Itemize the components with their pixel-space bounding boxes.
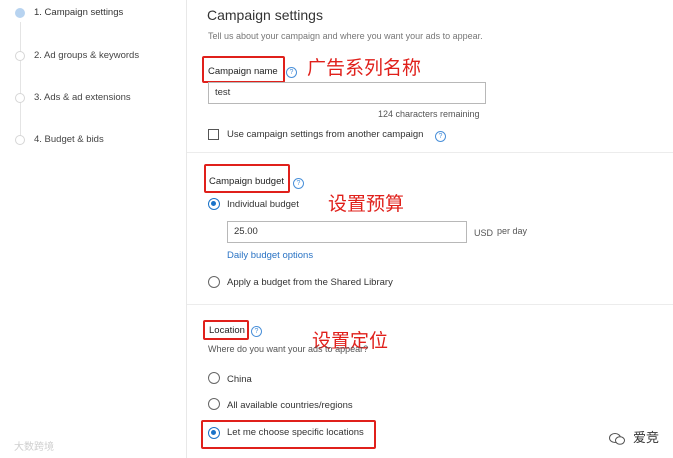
location-question: Where do you want your ads to appear? [208, 344, 369, 354]
location-option-label: China [227, 374, 252, 385]
copy-settings-checkbox[interactable] [208, 129, 219, 140]
individual-budget-radio[interactable] [208, 198, 220, 210]
budget-amount-input[interactable]: 25.00 [227, 221, 467, 243]
location-option-label: Let me choose specific locations [227, 427, 364, 438]
campaign-budget-label: Campaign budget [209, 176, 284, 187]
chars-remaining: 124 characters remaining [378, 109, 480, 119]
campaign-name-label: Campaign name [208, 66, 278, 77]
step-active-dot [15, 8, 25, 18]
location-china-radio[interactable] [208, 372, 220, 384]
wechat-name: 爱竞 [632, 431, 659, 446]
step-dot [15, 93, 25, 103]
divider [187, 152, 673, 153]
location-label: Location [209, 325, 245, 336]
individual-budget-label: Individual budget [227, 199, 299, 210]
page-title: Campaign settings [207, 7, 323, 23]
wechat-icon [608, 432, 625, 445]
location-specific-radio[interactable] [208, 427, 220, 439]
help-icon[interactable]: ? [251, 326, 262, 337]
help-icon[interactable]: ? [435, 131, 446, 142]
wechat-watermark: 爱竞 [608, 427, 659, 446]
help-icon[interactable]: ? [293, 178, 304, 189]
help-icon[interactable]: ? [286, 67, 297, 78]
step-nav: 1. Campaign settings 2. Ad groups & keyw… [0, 0, 187, 458]
annotation-budget: 设置预算 [328, 193, 405, 215]
copy-settings-label: Use campaign settings from another campa… [227, 129, 424, 140]
divider [187, 304, 673, 305]
step-label: 4. Budget & bids [34, 134, 104, 145]
budget-period: per day [497, 226, 528, 236]
annotation-campaign-name: 广告系列名称 [307, 57, 422, 79]
daily-budget-options-link[interactable]: Daily budget options [227, 250, 313, 261]
campaign-name-input[interactable]: test [208, 82, 486, 104]
location-option-label: All available countries/regions [227, 400, 353, 411]
step-label: 3. Ads & ad extensions [34, 92, 131, 103]
page-subtitle: Tell us about your campaign and where yo… [208, 31, 483, 41]
main-content: Campaign settings Tell us about your cam… [187, 0, 673, 458]
budget-currency: USD [474, 228, 494, 238]
shared-budget-label: Apply a budget from the Shared Library [227, 277, 393, 288]
shared-budget-radio[interactable] [208, 276, 220, 288]
watermark-text: 大数跨境 [14, 442, 54, 453]
step-dot [15, 135, 25, 145]
location-all-radio[interactable] [208, 398, 220, 410]
step-label: 2. Ad groups & keywords [34, 50, 140, 61]
step-label: 1. Campaign settings [34, 7, 124, 18]
step-connector [20, 22, 21, 140]
step-dot [15, 51, 25, 61]
